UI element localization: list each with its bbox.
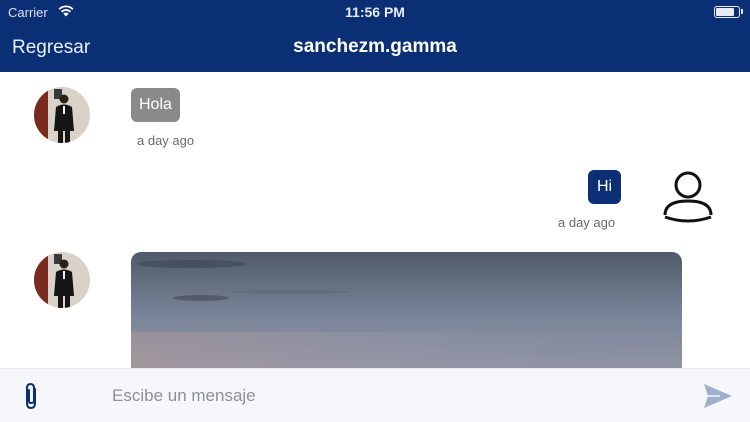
- send-icon[interactable]: [702, 381, 734, 411]
- message-text: Hi: [597, 178, 613, 195]
- nav-bar: Regresar sanchezm.gamma: [0, 24, 750, 72]
- conversation-title: sanchezm.gamma: [293, 36, 457, 57]
- message-timestamp: a day ago: [558, 215, 616, 230]
- status-time: 11:56 PM: [345, 4, 405, 20]
- message-timestamp: a day ago: [137, 133, 195, 148]
- contact-avatar[interactable]: [34, 87, 90, 143]
- message-input[interactable]: [106, 379, 666, 413]
- paperclip-icon[interactable]: [20, 381, 44, 411]
- battery-icon: [714, 6, 740, 18]
- status-bar: Carrier 11:56 PM: [0, 0, 750, 24]
- message-composer: [0, 368, 750, 422]
- message-text: Hola: [139, 96, 172, 113]
- battery-tip: [741, 9, 743, 14]
- message-bubble-outgoing[interactable]: Hi: [588, 170, 622, 204]
- image-message[interactable]: [131, 252, 682, 368]
- message-list[interactable]: Hola a day ago Hi a day ago: [0, 72, 750, 368]
- contact-avatar[interactable]: [34, 252, 90, 308]
- message-bubble-incoming[interactable]: Hola: [131, 88, 180, 122]
- user-placeholder-icon: [663, 171, 713, 223]
